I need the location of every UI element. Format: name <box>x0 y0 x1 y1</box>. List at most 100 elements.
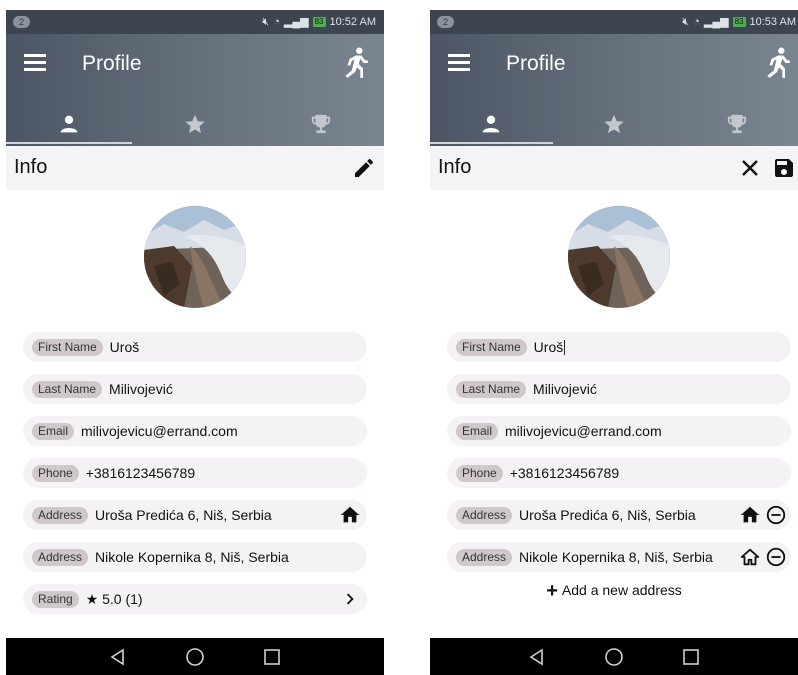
phone-screen-edit-mode: 2 🔇︎ ◔ ▂▄▆ 83 10:53 AM Profile Info Firs… <box>430 10 798 675</box>
info-header: Info <box>6 146 384 190</box>
field-value[interactable]: Nikole Kopernika 8, Niš, Serbia <box>519 549 713 565</box>
field-label: Last Name <box>456 380 527 398</box>
tab-achievements[interactable] <box>258 104 384 144</box>
field-value: Nikole Kopernika 8, Niš, Serbia <box>95 549 289 565</box>
field-value: ★ 5.0 (1) <box>85 590 143 607</box>
app-bar: Profile <box>430 34 798 146</box>
first-name-input[interactable]: Uroš <box>534 339 566 356</box>
battery-indicator: 83 <box>312 17 326 27</box>
recents-icon[interactable] <box>682 648 700 666</box>
email-field[interactable]: Email milivojevicu@errand.com <box>23 416 367 446</box>
tab-favorites[interactable] <box>553 104 676 144</box>
field-label: Address <box>32 548 89 566</box>
edit-icon[interactable] <box>352 156 376 180</box>
home-icon[interactable] <box>339 504 361 526</box>
rating-actions <box>339 588 361 610</box>
avatar[interactable] <box>568 206 670 308</box>
trophy-icon <box>311 114 331 134</box>
run-icon[interactable] <box>342 47 368 79</box>
field-value: +3816123456789 <box>85 465 196 481</box>
home-circle-icon[interactable] <box>185 647 205 667</box>
first-name-field[interactable]: First Name Uroš <box>23 332 367 362</box>
app-bar: Profile <box>6 34 384 146</box>
home-outline-icon[interactable] <box>739 546 761 568</box>
address-actions <box>739 546 787 568</box>
tab-info[interactable] <box>430 104 553 144</box>
address-actions <box>739 504 787 526</box>
profile-tabs <box>430 104 798 144</box>
trophy-icon <box>727 114 746 134</box>
field-value: Milivojević <box>109 381 173 397</box>
add-icon: + <box>546 580 558 602</box>
system-nav-bar <box>430 638 798 675</box>
status-time: 10:52 AM <box>329 16 376 28</box>
field-value[interactable]: +3816123456789 <box>510 465 619 481</box>
last-name-field[interactable]: Last Name Milivojević <box>23 374 367 404</box>
star-icon <box>185 114 205 134</box>
notification-count-badge: 2 <box>437 16 454 28</box>
field-value[interactable]: Milivojević <box>533 381 597 397</box>
run-icon[interactable] <box>764 47 790 79</box>
field-label: Email <box>456 422 499 440</box>
address-field-primary[interactable]: Address Uroša Predića 6, Niš, Serbia <box>23 500 367 530</box>
field-value[interactable]: milivojevicu@errand.com <box>505 423 662 439</box>
battery-indicator: 83 <box>732 17 746 27</box>
status-bar: 2 🔇︎ ◔ ▂▄▆ 83 10:52 AM <box>6 10 384 34</box>
status-icons: 🔇︎ ◔ ▂▄▆ 83 10:52 AM <box>262 15 376 29</box>
mute-icon: 🔇︎ <box>262 16 270 28</box>
add-address-button[interactable]: + Add a new address <box>430 580 798 603</box>
tab-info[interactable] <box>6 104 132 144</box>
back-icon[interactable] <box>528 648 546 666</box>
back-icon[interactable] <box>109 648 127 666</box>
menu-icon[interactable] <box>24 54 46 72</box>
app-title: Profile <box>82 52 142 75</box>
remove-circle-icon[interactable] <box>765 504 787 526</box>
address-field-secondary[interactable]: Address Nikole Kopernika 8, Niš, Serbia <box>447 542 791 572</box>
avatar[interactable] <box>144 206 246 308</box>
field-value: Uroša Predića 6, Niš, Serbia <box>95 507 272 523</box>
last-name-field[interactable]: Last Name Milivojević <box>447 374 791 404</box>
first-name-field[interactable]: First Name Uroš <box>447 332 791 362</box>
recents-icon[interactable] <box>263 648 281 666</box>
address-field-secondary[interactable]: Address Nikole Kopernika 8, Niš, Serbia <box>23 542 367 572</box>
wifi-icon: ◔ <box>273 16 280 28</box>
remove-circle-icon[interactable] <box>765 546 787 568</box>
person-icon <box>60 115 78 133</box>
signal-icon: ▂▄▆ <box>703 16 729 28</box>
text-cursor <box>564 340 566 356</box>
app-title: Profile <box>506 52 566 75</box>
field-label: Address <box>456 548 513 566</box>
tab-favorites[interactable] <box>132 104 258 144</box>
address-field-primary[interactable]: Address Uroša Predića 6, Niš, Serbia <box>447 500 791 530</box>
phone-field[interactable]: Phone +3816123456789 <box>23 458 367 488</box>
system-nav-bar <box>6 638 384 675</box>
field-label: First Name <box>32 338 103 356</box>
home-icon[interactable] <box>739 504 761 526</box>
tab-achievements[interactable] <box>675 104 798 144</box>
phone-screen-view-mode: 2 🔇︎ ◔ ▂▄▆ 83 10:52 AM Profile Info Firs… <box>6 10 384 675</box>
person-icon <box>482 115 500 133</box>
section-title: Info <box>14 156 48 178</box>
field-label: First Name <box>456 338 527 356</box>
field-label: Address <box>456 506 513 524</box>
home-circle-icon[interactable] <box>604 647 624 667</box>
star-icon <box>604 114 624 134</box>
phone-field[interactable]: Phone +3816123456789 <box>447 458 791 488</box>
add-address-label: Add a new address <box>561 582 682 598</box>
rating-field[interactable]: Rating ★ 5.0 (1) <box>23 584 367 614</box>
field-value[interactable]: Uroša Predića 6, Niš, Serbia <box>519 507 696 523</box>
email-field[interactable]: Email milivojevicu@errand.com <box>447 416 791 446</box>
section-title: Info <box>438 156 472 178</box>
mute-icon: 🔇︎ <box>682 16 690 28</box>
menu-icon[interactable] <box>448 54 470 72</box>
info-header: Info <box>430 146 798 190</box>
tab-indicator <box>6 142 132 144</box>
field-label: Address <box>32 506 89 524</box>
status-time: 10:53 AM <box>749 16 796 28</box>
close-icon[interactable] <box>738 156 762 180</box>
address-actions <box>339 504 361 526</box>
field-label: Phone <box>456 464 503 482</box>
tab-indicator <box>430 142 553 144</box>
chevron-right-icon[interactable] <box>339 588 361 610</box>
save-icon[interactable] <box>772 156 796 180</box>
